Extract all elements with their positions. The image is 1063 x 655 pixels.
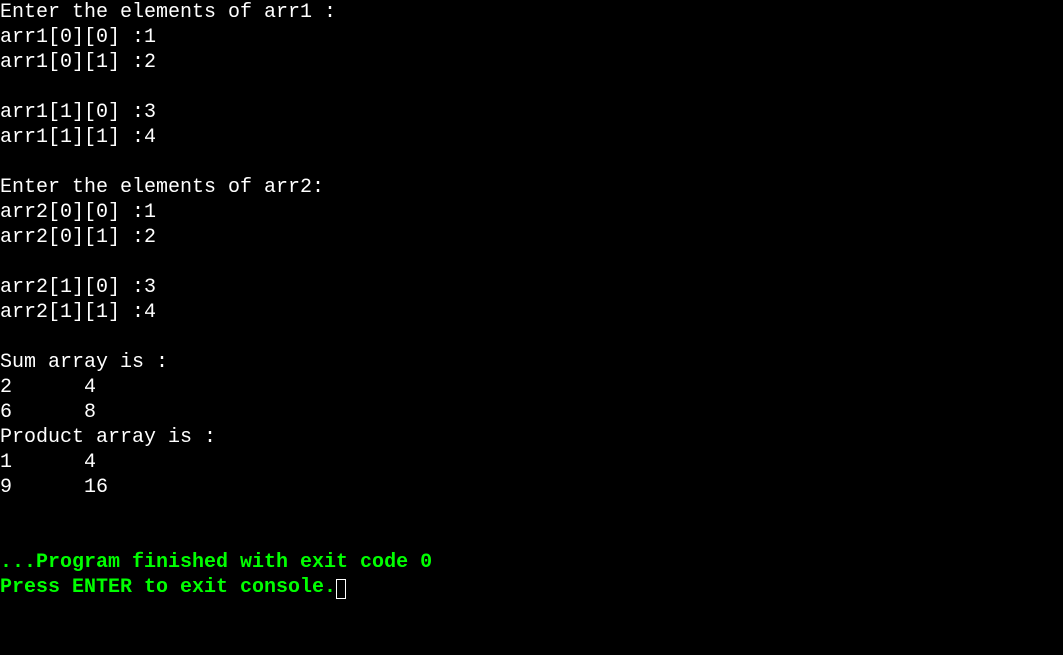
output-line: 1 4: [0, 450, 1063, 475]
output-line: 2 4: [0, 375, 1063, 400]
output-line: Enter the elements of arr1 :: [0, 0, 1063, 25]
output-line: arr2[0][1] :2: [0, 225, 1063, 250]
output-line: arr2[1][0] :3: [0, 275, 1063, 300]
output-line: [0, 250, 1063, 275]
output-line: [0, 325, 1063, 350]
status-line: ...Program finished with exit code 0: [0, 550, 1063, 575]
output-line: arr2[1][1] :4: [0, 300, 1063, 325]
cursor-icon: [336, 579, 346, 599]
output-line: arr1[0][0] :1: [0, 25, 1063, 50]
output-line: arr1[0][1] :2: [0, 50, 1063, 75]
output-line: [0, 75, 1063, 100]
output-line: arr1[1][1] :4: [0, 125, 1063, 150]
output-line: Product array is :: [0, 425, 1063, 450]
output-line: 6 8: [0, 400, 1063, 425]
output-line: arr2[0][0] :1: [0, 200, 1063, 225]
status-line: Press ENTER to exit console.: [0, 575, 1063, 600]
output-line: Sum array is :: [0, 350, 1063, 375]
output-line: 9 16: [0, 475, 1063, 500]
output-line: arr1[1][0] :3: [0, 100, 1063, 125]
output-line: [0, 525, 1063, 550]
terminal-output[interactable]: Enter the elements of arr1 :arr1[0][0] :…: [0, 0, 1063, 600]
output-line: [0, 500, 1063, 525]
output-line: Enter the elements of arr2:: [0, 175, 1063, 200]
output-line: [0, 150, 1063, 175]
